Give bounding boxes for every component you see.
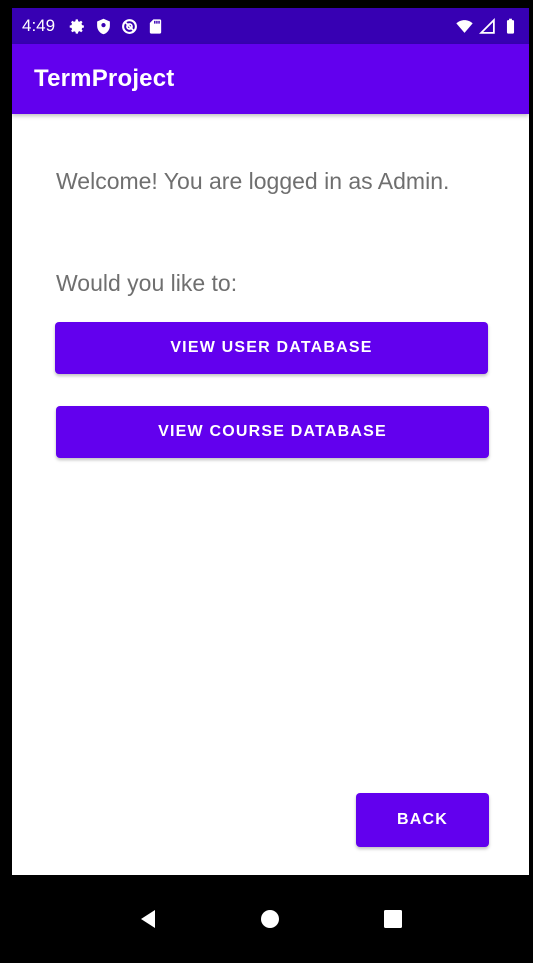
- recents-square-icon: [383, 910, 402, 928]
- shield-icon: [97, 18, 110, 34]
- battery-icon: [506, 18, 515, 34]
- prompt-text: Would you like to:: [56, 270, 238, 296]
- app-title: TermProject: [34, 65, 175, 92]
- status-icons-right: [456, 17, 519, 35]
- signal-icon: [479, 17, 495, 34]
- app-bar: TermProject: [12, 44, 529, 114]
- view-user-database-button[interactable]: VIEW USER DATABASE: [55, 322, 488, 374]
- welcome-message: Welcome! You are logged in as Admin.: [56, 168, 450, 194]
- nav-back-button[interactable]: [128, 899, 168, 939]
- back-button[interactable]: BACK: [356, 793, 489, 847]
- nav-recents-button[interactable]: [373, 899, 413, 939]
- view-course-database-button[interactable]: VIEW COURSE DATABASE: [56, 406, 489, 458]
- back-triangle-icon: [141, 910, 156, 928]
- wifi-icon: [456, 19, 473, 33]
- app-screen: 4:49 TermProject Welcome! You are logged…: [10, 8, 531, 963]
- status-icons-left: [69, 18, 164, 35]
- system-navigation-bar: [12, 875, 529, 963]
- status-bar: 4:49: [12, 8, 529, 44]
- status-time: 4:49: [22, 16, 56, 35]
- gear-icon: [69, 18, 84, 34]
- device-frame: 4:49 TermProject Welcome! You are logged…: [0, 0, 533, 963]
- sd-card-icon: [149, 18, 162, 34]
- at-sign-icon: [122, 18, 138, 34]
- home-circle-icon: [261, 910, 280, 928]
- nav-home-button[interactable]: [250, 899, 290, 939]
